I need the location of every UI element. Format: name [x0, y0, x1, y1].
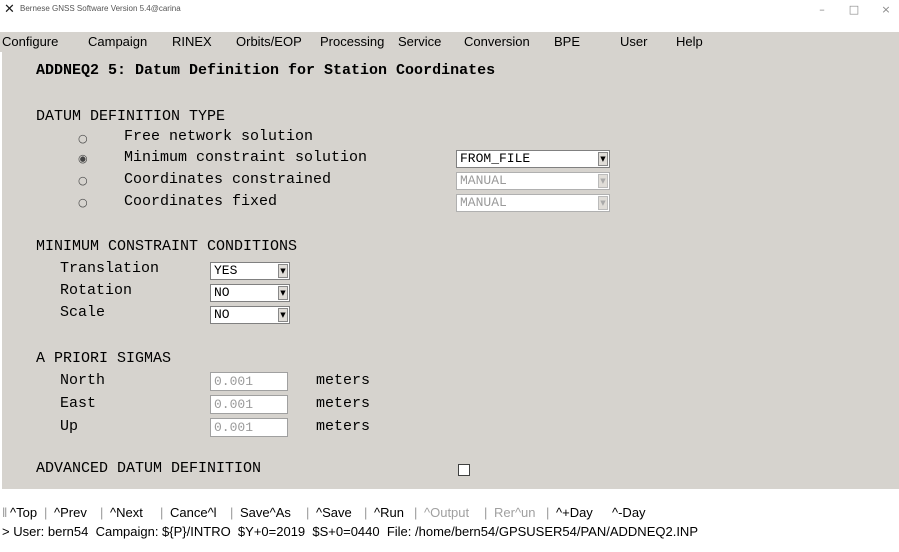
rotation-select-value: NO [214, 285, 230, 300]
sigmas-heading: A PRIORI SIGMAS [36, 350, 172, 367]
rotation-label: Rotation [60, 282, 133, 299]
menu-bpe[interactable]: BPE [554, 34, 580, 49]
coordinates-constrained-select: MANUAL ▼ [456, 172, 610, 190]
option-minimum-constraint-label: Minimum constraint solution [124, 149, 368, 166]
coordinates-fixed-select-value: MANUAL [460, 195, 507, 210]
menu-rinex[interactable]: RINEX [172, 34, 212, 49]
dropdown-arrow-icon[interactable]: ▼ [278, 264, 288, 278]
status-text: > User: bern54 Campaign: ${P}/INTRO $Y+0… [2, 524, 698, 539]
scale-select-value: NO [214, 307, 230, 322]
button-toolbar: ‖ ^Top | ^Prev | ^Next | Cance^l | Save^… [0, 503, 899, 521]
minimize-button[interactable]: – [812, 2, 832, 17]
east-label: East [60, 395, 97, 412]
dropdown-arrow-icon: ▼ [598, 196, 608, 210]
next-button[interactable]: ^Next [110, 505, 143, 520]
scale-select[interactable]: NO ▼ [210, 306, 290, 324]
option-coordinates-fixed-label: Coordinates fixed [124, 193, 278, 210]
close-button[interactable]: × [876, 2, 896, 17]
main-panel: ADDNEQ2 5: Datum Definition for Station … [0, 52, 899, 489]
maximize-button[interactable]: □ [844, 2, 864, 17]
up-unit: meters [316, 418, 371, 435]
status-bar: > User: bern54 Campaign: ${P}/INTRO $Y+0… [0, 522, 899, 539]
translation-label: Translation [60, 260, 160, 277]
dropdown-arrow-icon: ▼ [598, 174, 608, 188]
dropdown-arrow-icon[interactable]: ▼ [598, 152, 608, 166]
menu-campaign[interactable]: Campaign [88, 34, 147, 49]
north-unit: meters [316, 372, 371, 389]
radio-coordinates-fixed[interactable]: ○ [78, 197, 89, 208]
x-app-icon: ✕ [4, 2, 15, 17]
minimum-constraint-select[interactable]: FROM_FILE ▼ [456, 150, 610, 168]
advanced-datum-checkbox[interactable] [458, 464, 470, 476]
datum-type-heading: DATUM DEFINITION TYPE [36, 108, 226, 125]
translation-select-value: YES [214, 263, 238, 278]
coordinates-constrained-select-value: MANUAL [460, 173, 507, 188]
option-coordinates-constrained-label: Coordinates constrained [124, 171, 332, 188]
advanced-datum-label: ADVANCED DATUM DEFINITION [36, 460, 262, 477]
east-unit: meters [316, 395, 371, 412]
translation-select[interactable]: YES ▼ [210, 262, 290, 280]
top-button[interactable]: ^Top [10, 505, 37, 520]
min-constraint-heading: MINIMUM CONSTRAINT CONDITIONS [36, 238, 298, 255]
minus-day-button[interactable]: ^-Day [612, 505, 646, 520]
north-sigma-field: 0.001 [210, 372, 288, 391]
radio-minimum-constraint[interactable]: ◉ [78, 153, 89, 164]
save-button[interactable]: ^Save [316, 505, 352, 520]
title-bar: ✕ Bernese GNSS Software Version 5.4@cari… [0, 0, 899, 19]
run-button[interactable]: ^Run [374, 505, 404, 520]
plus-day-button[interactable]: ^+Day [556, 505, 593, 520]
rerun-button: Rer^un [494, 505, 536, 520]
rotation-select[interactable]: NO ▼ [210, 284, 290, 302]
menu-orbits-eop[interactable]: Orbits/EOP [236, 34, 302, 49]
dropdown-arrow-icon[interactable]: ▼ [278, 286, 288, 300]
cancel-button[interactable]: Cance^l [170, 505, 217, 520]
option-free-network-label: Free network solution [124, 128, 314, 145]
prev-button[interactable]: ^Prev [54, 505, 87, 520]
east-sigma-field: 0.001 [210, 395, 288, 414]
menu-processing[interactable]: Processing [320, 34, 384, 49]
north-label: North [60, 372, 106, 389]
save-as-button[interactable]: Save^As [240, 505, 291, 520]
output-button: ^Output [424, 505, 470, 520]
menu-configure[interactable]: Configure [2, 34, 58, 49]
menu-bar: Configure Campaign RINEX Orbits/EOP Proc… [0, 32, 899, 52]
radio-coordinates-constrained[interactable]: ○ [78, 175, 89, 186]
up-label: Up [60, 418, 79, 435]
minimum-constraint-select-value: FROM_FILE [460, 151, 531, 166]
up-sigma-field: 0.001 [210, 418, 288, 437]
window-title: Bernese GNSS Software Version 5.4@carina [20, 4, 181, 13]
coordinates-fixed-select: MANUAL ▼ [456, 194, 610, 212]
panel-title: ADDNEQ2 5: Datum Definition for Station … [36, 62, 496, 79]
menu-service[interactable]: Service [398, 34, 441, 49]
menu-help[interactable]: Help [676, 34, 703, 49]
menu-conversion[interactable]: Conversion [464, 34, 530, 49]
radio-free-network[interactable]: ○ [78, 133, 89, 144]
menu-user[interactable]: User [620, 34, 647, 49]
dropdown-arrow-icon[interactable]: ▼ [278, 308, 288, 322]
scale-label: Scale [60, 304, 106, 321]
